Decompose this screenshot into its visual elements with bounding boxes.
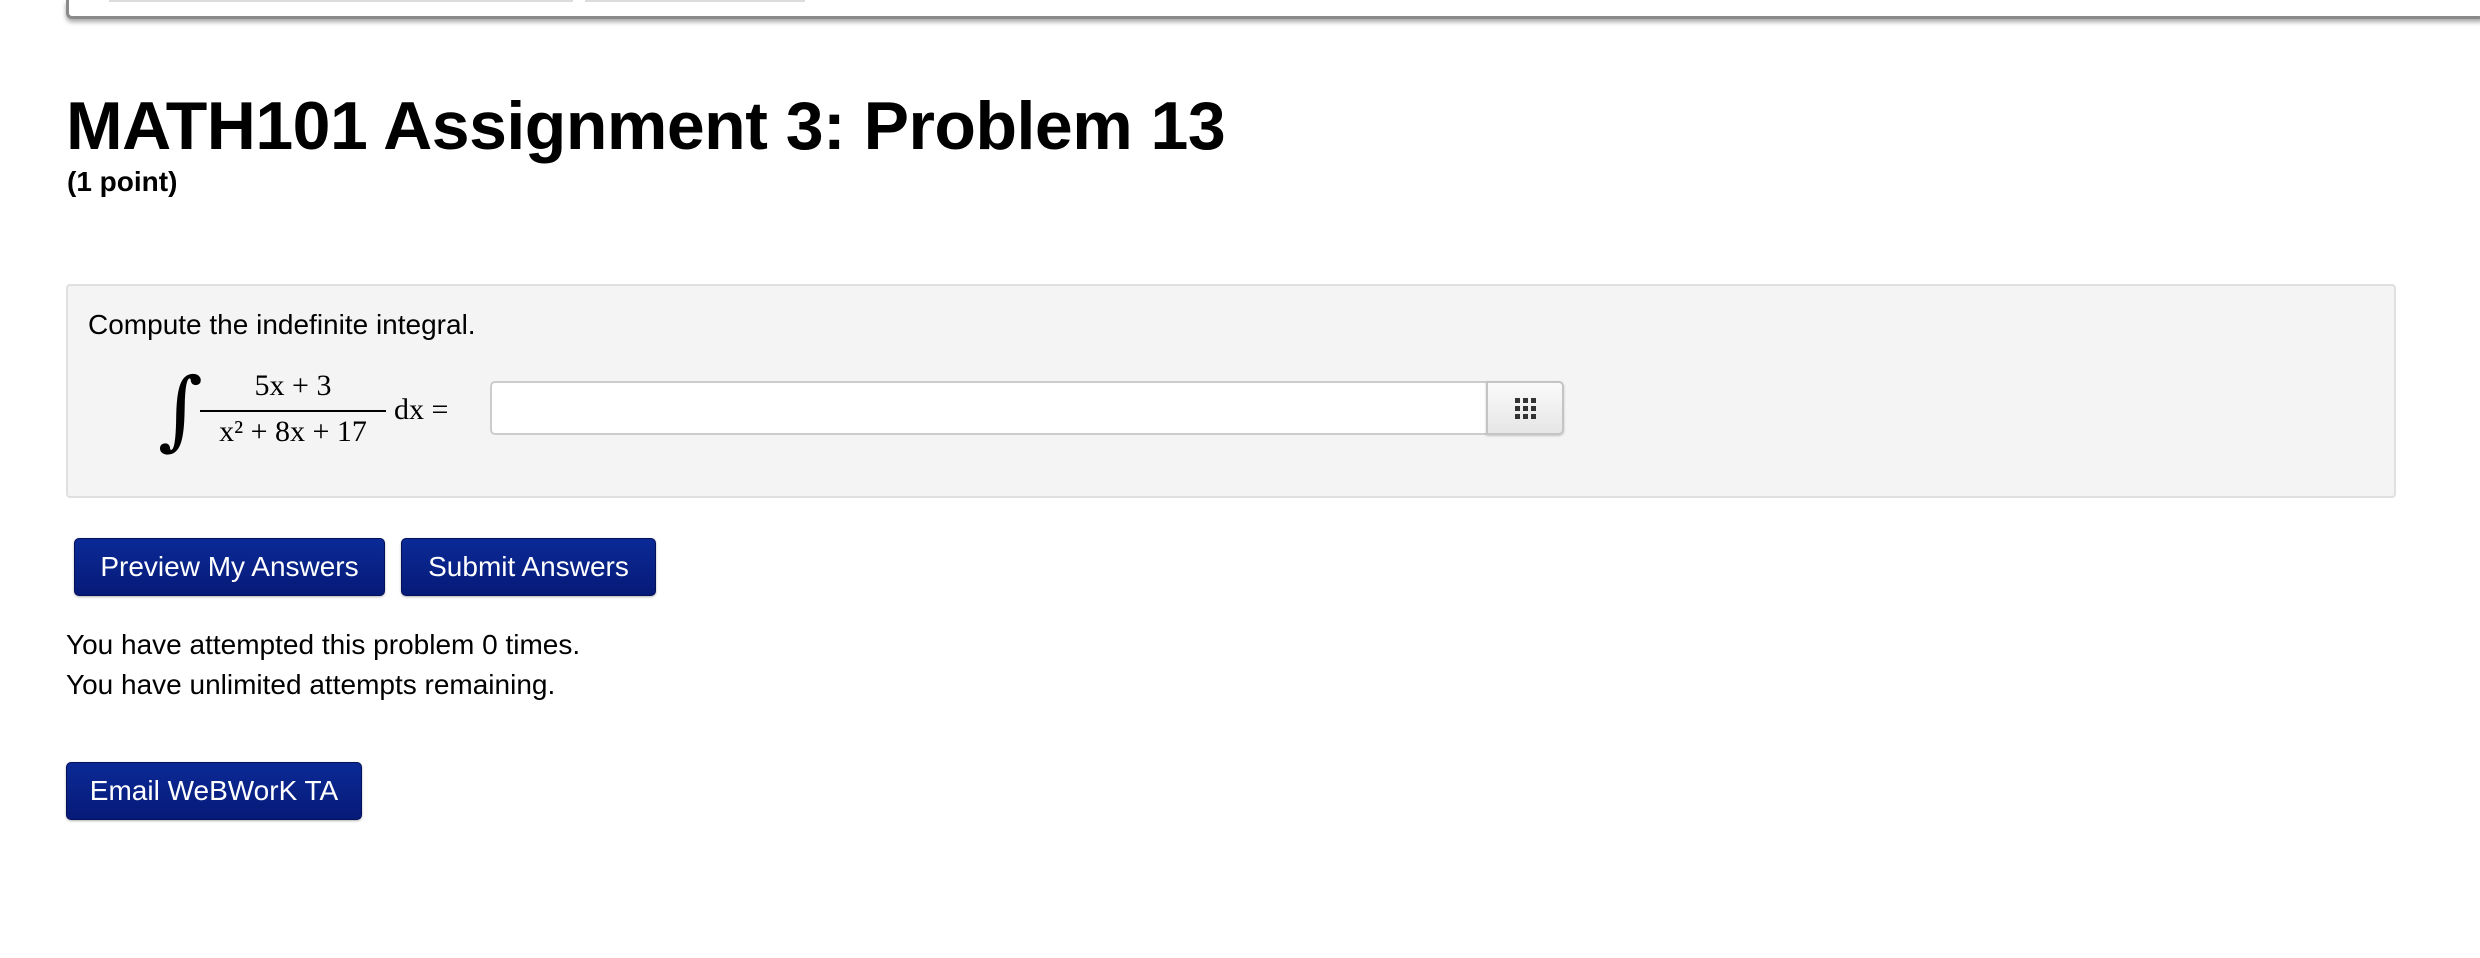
fraction-bar xyxy=(200,410,386,412)
top-tab xyxy=(585,0,805,2)
differential: dx = xyxy=(394,393,449,426)
submit-answers-button[interactable]: Submit Answers xyxy=(401,538,656,596)
top-navigation-bar xyxy=(66,0,2480,19)
answer-group xyxy=(490,381,1566,439)
problem-box: Compute the indefinite integral. ∫ 5x + … xyxy=(66,284,2396,498)
equation-palette-button[interactable] xyxy=(1486,381,1564,435)
integral-symbol: ∫ xyxy=(158,360,203,460)
preview-answers-button[interactable]: Preview My Answers xyxy=(74,538,385,596)
answer-input[interactable] xyxy=(490,381,1486,435)
page-title: MATH101 Assignment 3: Problem 13 xyxy=(66,88,1226,164)
grid-icon xyxy=(1515,398,1536,419)
problem-prompt: Compute the indefinite integral. xyxy=(88,309,476,340)
attempts-status: You have attempted this problem 0 times. xyxy=(66,629,581,660)
top-tab xyxy=(109,0,409,2)
top-tab xyxy=(373,0,573,2)
fraction-denominator: x² + 8x + 17 xyxy=(219,415,367,448)
fraction-numerator: 5x + 3 xyxy=(254,369,332,402)
remaining-attempts-status: You have unlimited attempts remaining. xyxy=(66,669,556,700)
problem-points: (1 point) xyxy=(67,166,178,197)
integral-expression: ∫ 5x + 3 x² + 8x + 17 dx = xyxy=(158,360,538,466)
email-ta-button[interactable]: Email WeBWorK TA xyxy=(66,762,362,820)
